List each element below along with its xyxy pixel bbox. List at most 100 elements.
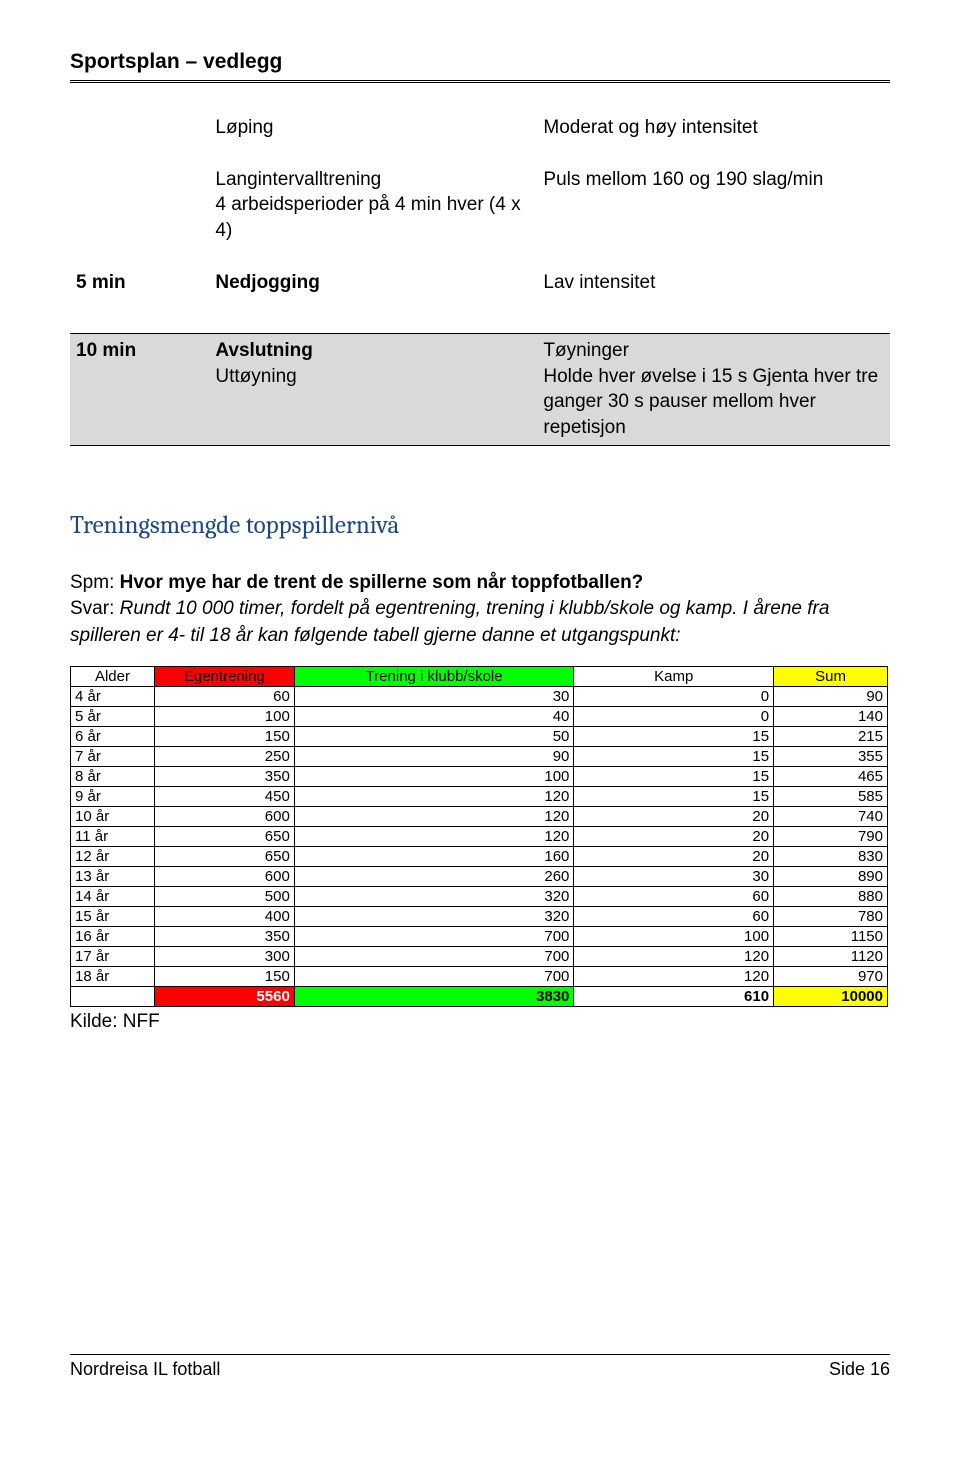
cell-value: 215	[774, 726, 888, 746]
table-row: 7 år2509015355	[71, 746, 888, 766]
cell-value: 700	[294, 946, 574, 966]
cell-alder: 15 år	[71, 906, 155, 926]
col-sum: Sum	[774, 666, 888, 686]
table-row	[70, 248, 890, 266]
duration: 10 min	[70, 334, 209, 446]
cell-value: 30	[294, 686, 574, 706]
cell-value: 120	[574, 966, 774, 986]
cell-value: 585	[774, 786, 888, 806]
cell-value: 320	[294, 906, 574, 926]
cell-value: 60	[154, 686, 294, 706]
cell-value: 1120	[774, 946, 888, 966]
cell-total: 610	[574, 986, 774, 1006]
cell-value: 250	[154, 746, 294, 766]
table-row: 17 år3007001201120	[71, 946, 888, 966]
cell-value: 30	[574, 866, 774, 886]
activity-desc: Tøyninger Holde hver øvelse i 15 s Gjent…	[537, 334, 890, 446]
svar-label: Svar:	[70, 598, 114, 619]
table-row: Langintervalltrening 4 arbeidsperioder p…	[70, 163, 890, 248]
cell-total: 3830	[294, 986, 574, 1006]
cell-alder: 7 år	[71, 746, 155, 766]
cell-total: 10000	[774, 986, 888, 1006]
table-row: 4 år6030090	[71, 686, 888, 706]
cell-value: 60	[574, 886, 774, 906]
cell-total: 5560	[154, 986, 294, 1006]
cell-value: 790	[774, 826, 888, 846]
activity-name: Nedjogging	[209, 266, 537, 300]
cell-value: 600	[154, 806, 294, 826]
cell-value: 15	[574, 746, 774, 766]
cell-value: 650	[154, 826, 294, 846]
activity-desc: Lav intensitet	[537, 266, 890, 300]
activity-table: Løping Moderat og høy intensitet Langint…	[70, 111, 890, 446]
col-klubb: Trening i klubb/skole	[294, 666, 574, 686]
activity-name: Avslutning	[215, 338, 531, 364]
table-row: 16 år3507001001150	[71, 926, 888, 946]
cell-alder: 14 år	[71, 886, 155, 906]
activity-detail: 4 arbeidsperioder på 4 min hver (4 x 4)	[215, 192, 531, 243]
table-row: 5 min Nedjogging Lav intensitet	[70, 266, 890, 300]
cell-value: 880	[774, 886, 888, 906]
cell-value: 140	[774, 706, 888, 726]
cell-value: 15	[574, 766, 774, 786]
cell-alder: 10 år	[71, 806, 155, 826]
table-row	[70, 299, 890, 334]
cell-value: 1150	[774, 926, 888, 946]
spm-text: Hvor mye har de trent de spillerne som n…	[120, 572, 644, 593]
cell-value: 15	[574, 786, 774, 806]
cell-value: 15	[574, 726, 774, 746]
cell-value: 300	[154, 946, 294, 966]
cell-value: 740	[774, 806, 888, 826]
table-row: 14 år50032060880	[71, 886, 888, 906]
cell-value: 400	[154, 906, 294, 926]
cell-value: 350	[154, 926, 294, 946]
cell-alder	[71, 986, 155, 1006]
cell-value: 465	[774, 766, 888, 786]
cell-value: 50	[294, 726, 574, 746]
training-volume-table: Alder Egentrening Trening i klubb/skole …	[70, 666, 888, 1007]
activity-desc: Puls mellom 160 og 190 slag/min	[537, 163, 890, 248]
cell-value: 90	[774, 686, 888, 706]
table-row: 9 år45012015585	[71, 786, 888, 806]
cell-alder: 12 år	[71, 846, 155, 866]
activity-name: Langintervalltrening	[215, 167, 531, 193]
table-row: 6 år1505015215	[71, 726, 888, 746]
table-row: 10 år60012020740	[71, 806, 888, 826]
cell-value: 600	[154, 866, 294, 886]
cell-value: 0	[574, 686, 774, 706]
cell-value: 120	[294, 806, 574, 826]
cell-value: 700	[294, 926, 574, 946]
section-heading: Treningsmengde toppspillernivå	[70, 511, 890, 540]
table-header-row: Alder Egentrening Trening i klubb/skole …	[71, 666, 888, 686]
table-row: 15 år40032060780	[71, 906, 888, 926]
table-row: 5 år100400140	[71, 706, 888, 726]
cell-value: 90	[294, 746, 574, 766]
cell-alder: 13 år	[71, 866, 155, 886]
cell-alder: 4 år	[71, 686, 155, 706]
cell-value: 320	[294, 886, 574, 906]
table-row: 12 år65016020830	[71, 846, 888, 866]
cell-value: 830	[774, 846, 888, 866]
cell-alder: 11 år	[71, 826, 155, 846]
cell-alder: 17 år	[71, 946, 155, 966]
cell-value: 100	[574, 926, 774, 946]
cell-value: 780	[774, 906, 888, 926]
cell-value: 450	[154, 786, 294, 806]
page-footer: Nordreisa IL fotball Side 16	[70, 1354, 890, 1380]
cell-value: 970	[774, 966, 888, 986]
cell-value: 20	[574, 846, 774, 866]
col-alder: Alder	[71, 666, 155, 686]
table-row: 11 år65012020790	[71, 826, 888, 846]
cell-value: 150	[154, 966, 294, 986]
cell-value: 890	[774, 866, 888, 886]
table-row: 18 år150700120970	[71, 966, 888, 986]
cell-value: 355	[774, 746, 888, 766]
table-row: 8 år35010015465	[71, 766, 888, 786]
cell-alder: 8 år	[71, 766, 155, 786]
duration: 5 min	[70, 266, 209, 300]
header-rule	[70, 80, 890, 83]
activity-detail: Uttøyning	[215, 364, 531, 390]
cell-value: 100	[294, 766, 574, 786]
cell-value: 260	[294, 866, 574, 886]
table-totals-row: 5560383061010000	[71, 986, 888, 1006]
